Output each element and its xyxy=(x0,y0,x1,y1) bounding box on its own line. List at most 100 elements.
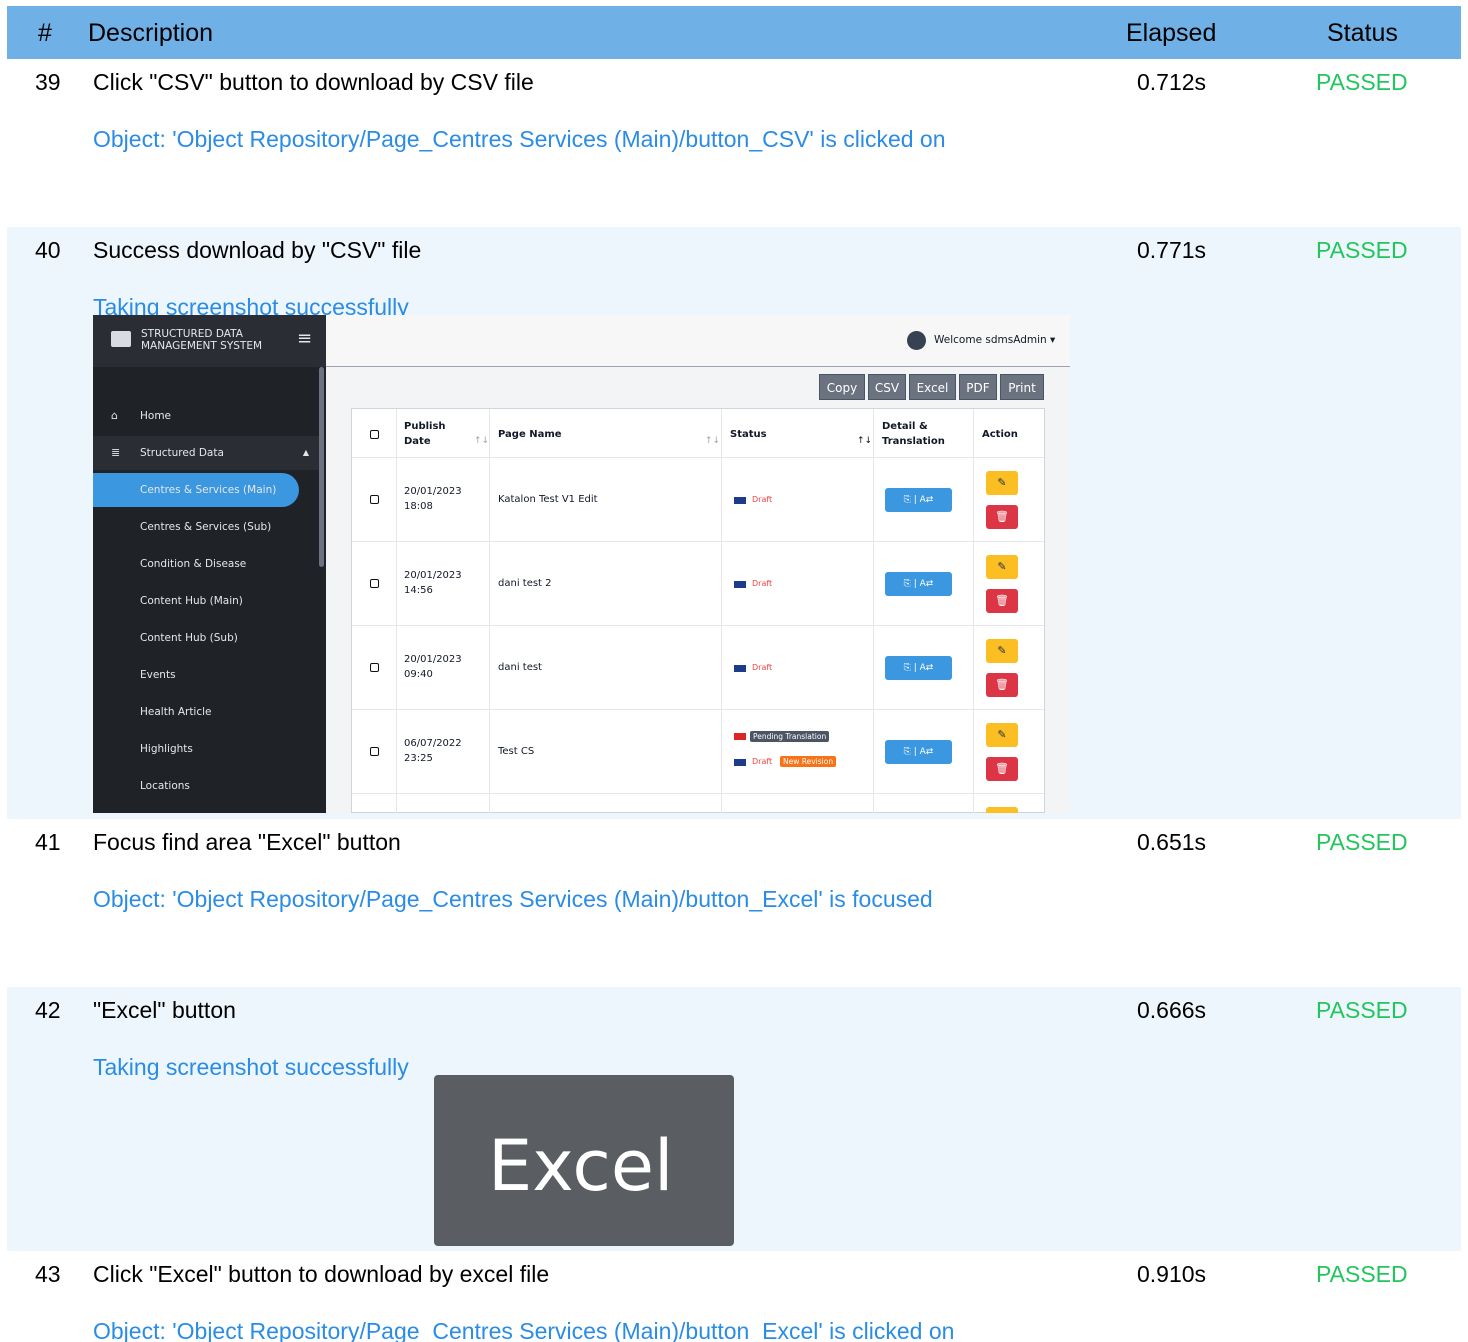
new-revision-badge: New Revision xyxy=(780,756,837,767)
row-date: 20/01/2023 xyxy=(404,654,462,665)
status-badge: Draft xyxy=(752,579,773,588)
excel-label: Excel xyxy=(488,1125,674,1207)
row-checkbox[interactable] xyxy=(370,579,379,588)
edit-icon[interactable] xyxy=(986,807,1018,813)
sidebar-item-label: Centres & Services (Main) xyxy=(140,484,277,496)
sidebar-item-centres-main[interactable]: Centres & Services (Main) xyxy=(93,473,299,507)
row-time: 23:25 xyxy=(404,753,433,764)
sidebar-item-label: Centres & Services (Sub) xyxy=(140,521,272,533)
uk-flag-icon xyxy=(734,497,746,504)
report-header: # Description Elapsed Status xyxy=(7,6,1461,59)
top-bar: Welcome sdmsAdmin ▾ xyxy=(326,315,1070,367)
step-status: PASSED xyxy=(1316,1261,1408,1287)
uk-flag-icon xyxy=(734,665,746,672)
col-action: Action xyxy=(982,429,1018,440)
sort-icon[interactable]: ↑↓ xyxy=(705,436,720,446)
flag-icon xyxy=(734,733,746,740)
trash-icon[interactable]: 🗑 xyxy=(986,673,1018,697)
edit-icon[interactable]: ✎ xyxy=(986,639,1018,663)
sort-icon[interactable]: ↑↓ xyxy=(857,436,872,446)
edit-icon[interactable]: ✎ xyxy=(986,555,1018,579)
sort-icon[interactable]: ↑↓ xyxy=(474,436,489,446)
trash-icon[interactable]: 🗑 xyxy=(986,757,1018,781)
uk-flag-icon xyxy=(734,759,746,766)
print-button[interactable]: Print xyxy=(1000,374,1044,400)
sidebar-item-locations[interactable]: Locations xyxy=(93,769,319,803)
trash-icon[interactable]: 🗑 xyxy=(986,589,1018,613)
sidebar-item-label: Home xyxy=(140,410,172,422)
sidebar-item-label: Structured Data xyxy=(140,447,224,459)
sidebar-item-home[interactable]: ⌂ Home xyxy=(93,399,319,433)
brand-title: STRUCTURED DATA MANAGEMENT SYSTEM xyxy=(141,328,263,352)
folder-gear-icon xyxy=(111,331,131,347)
step-description: Success download by "CSV" file xyxy=(93,237,422,263)
home-icon: ⌂ xyxy=(111,409,118,422)
sidebar-item-events[interactable]: Events xyxy=(93,658,319,692)
sidebar-item-label: Highlights xyxy=(140,743,193,755)
welcome-user-menu[interactable]: Welcome sdmsAdmin ▾ xyxy=(934,334,1055,346)
pending-translation-badge: Pending Translation xyxy=(750,731,830,742)
user-avatar-icon[interactable] xyxy=(907,331,926,350)
col-page-name[interactable]: Page Name xyxy=(498,427,562,442)
col-publish-date[interactable]: Publish Date xyxy=(404,419,464,449)
step-status: PASSED xyxy=(1316,237,1408,263)
row-checkbox[interactable] xyxy=(370,663,379,672)
sidebar-scrollbar[interactable] xyxy=(319,367,324,567)
step-row: 39 Click "CSV" button to download by CSV… xyxy=(7,59,1461,227)
detail-translation-button[interactable]: ⎘ | A⇄ xyxy=(885,572,952,596)
status-badge: Draft xyxy=(752,663,773,672)
sidebar-item-condition[interactable]: Condition & Disease xyxy=(93,547,319,581)
row-page-name: dani test 2 xyxy=(498,578,552,589)
step-status: PASSED xyxy=(1316,829,1408,855)
edit-icon[interactable]: ✎ xyxy=(986,471,1018,495)
sidebar-item-label: Content Hub (Main) xyxy=(140,595,243,607)
row-page-name: dani test xyxy=(498,662,542,673)
data-table: Publish Date ↑↓ Page Name ↑↓ Status ↑↓ D… xyxy=(351,408,1046,813)
step-number: 39 xyxy=(35,69,61,95)
caret-up-icon: ▲ xyxy=(302,448,309,457)
excel-button[interactable]: Excel xyxy=(909,374,956,400)
detail-translation-button[interactable]: ⎘ | A⇄ xyxy=(885,656,952,680)
step-log: Object: 'Object Repository/Page_Centres … xyxy=(93,886,933,912)
copy-button[interactable]: Copy xyxy=(819,374,865,400)
sidebar-item-label: Health Article xyxy=(140,706,212,718)
step-log: Object: 'Object Repository/Page_Centres … xyxy=(93,1318,955,1342)
step-number: 41 xyxy=(35,829,61,855)
sidebar-item-highlights[interactable]: Highlights xyxy=(93,732,319,766)
edit-icon[interactable]: ✎ xyxy=(986,723,1018,747)
row-checkbox[interactable] xyxy=(370,747,379,756)
step-row: 40 Success download by "CSV" file 0.771s… xyxy=(7,227,1461,819)
sidebar-item-content-hub-sub[interactable]: Content Hub (Sub) xyxy=(93,621,319,655)
welcome-label: Welcome sdmsAdmin xyxy=(934,334,1047,346)
pdf-button[interactable]: PDF xyxy=(959,374,997,400)
col-status[interactable]: Status xyxy=(730,427,767,442)
header-description: Description xyxy=(88,19,214,47)
database-icon: ≣ xyxy=(111,446,121,459)
detail-translation-button[interactable]: ⎘ | A⇄ xyxy=(885,488,952,512)
step-elapsed: 0.771s xyxy=(1137,237,1207,263)
trash-icon[interactable]: 🗑 xyxy=(986,505,1018,529)
row-time: 09:40 xyxy=(404,669,433,680)
step-status: PASSED xyxy=(1316,997,1408,1023)
sidebar-item-health-article[interactable]: Health Article xyxy=(93,695,319,729)
detail-translation-button[interactable]: ⎘ | A⇄ xyxy=(885,740,952,764)
sidebar-item-content-hub-main[interactable]: Content Hub (Main) xyxy=(93,584,319,618)
step-log: Taking screenshot successfully xyxy=(93,1054,409,1080)
header-elapsed: Elapsed xyxy=(1126,19,1217,47)
col-detail: Detail & Translation xyxy=(882,421,945,447)
select-all-checkbox[interactable] xyxy=(370,430,379,439)
sidebar-item-label: Locations xyxy=(140,780,190,792)
step-number: 40 xyxy=(35,237,61,263)
sidebar-item-centres-sub[interactable]: Centres & Services (Sub) xyxy=(93,510,319,544)
csv-button[interactable]: CSV xyxy=(868,374,906,400)
sidebar-item-structured-data[interactable]: ≣ Structured Data ▲ xyxy=(93,436,319,470)
step-elapsed: 0.651s xyxy=(1137,829,1207,855)
sidebar-item-label: Content Hub (Sub) xyxy=(140,632,238,644)
hamburger-icon[interactable]: ≡ xyxy=(297,328,312,349)
uk-flag-icon xyxy=(734,581,746,588)
screenshot-csv-download: STRUCTURED DATA MANAGEMENT SYSTEM ≡ ⌂ Hom… xyxy=(93,315,1070,813)
row-page-name: Katalon Test V1 Edit xyxy=(498,494,598,505)
header-status: Status xyxy=(1327,19,1398,47)
step-number: 43 xyxy=(35,1261,61,1287)
row-checkbox[interactable] xyxy=(370,495,379,504)
